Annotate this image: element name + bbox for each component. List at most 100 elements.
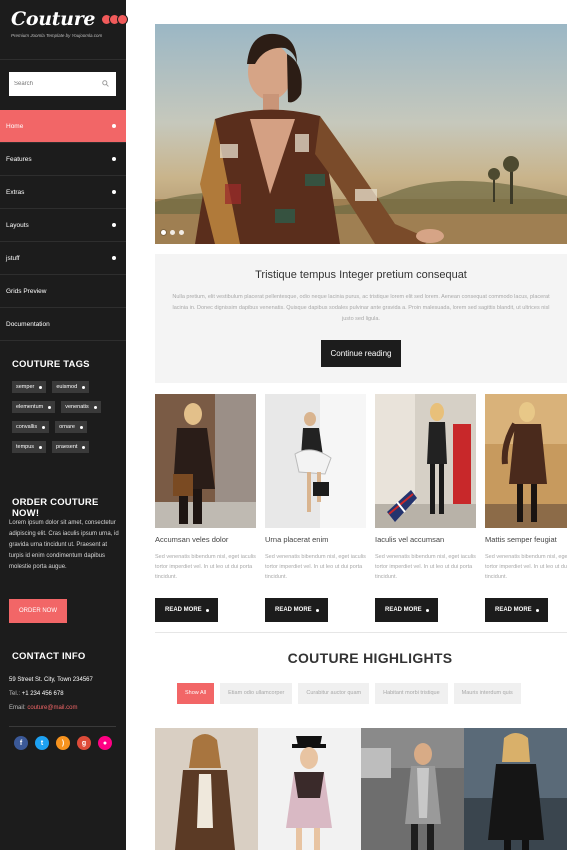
flickr-icon[interactable]: ● <box>98 736 112 750</box>
twitter-icon[interactable]: t <box>35 736 49 750</box>
feature-box: Tristique tempus Integer pretium consequ… <box>155 254 567 383</box>
continue-reading-button[interactable]: Continue reading <box>320 340 402 367</box>
gallery-image[interactable] <box>464 728 567 850</box>
nav-item-documentation[interactable]: Documentation <box>0 308 126 341</box>
highlights-gallery <box>155 728 567 850</box>
article-title[interactable]: Mattis semper feugiat <box>485 535 567 544</box>
bullet-icon <box>112 124 116 128</box>
tag-item[interactable]: tempus <box>12 441 47 453</box>
highlights-title: COUTURE HIGHLIGHTS <box>287 650 453 666</box>
tag-item[interactable]: elementum <box>12 401 56 413</box>
contact-address: 59 Street St. City, Town 234567 <box>9 677 93 683</box>
google-plus-icon[interactable]: g <box>77 736 91 750</box>
article-card: Urna placerat enim Sed venenatis bibendu… <box>265 394 366 622</box>
bullet-icon <box>536 608 539 612</box>
article-image[interactable] <box>375 394 476 528</box>
nav-item-label: Grids Preview <box>6 287 47 295</box>
tag-item[interactable]: ornare <box>55 421 87 433</box>
article-cards: Accumsan veles dolor Sed venenatis biben… <box>155 394 567 624</box>
bullet-icon <box>112 223 116 227</box>
nav-item-label: Extras <box>6 188 25 196</box>
logo-dots-icon <box>101 13 129 25</box>
article-card: Mattis semper feugiat Sed venenatis bibe… <box>485 394 567 622</box>
article-excerpt: Sed venenatis bibendum nisl, eget iaculi… <box>265 554 366 580</box>
nav-item-label: jstuff <box>6 254 20 262</box>
article-image[interactable] <box>265 394 366 528</box>
sidebar: Couture Premium Joomla Template by Youjo… <box>0 0 129 850</box>
article-image[interactable] <box>155 394 256 528</box>
read-more-button[interactable]: READ MORE <box>375 598 438 622</box>
order-now-button[interactable]: ORDER NOW <box>9 599 67 623</box>
nav-item-layouts[interactable]: Layouts <box>0 209 126 242</box>
tag-item[interactable]: semper <box>12 381 47 393</box>
main-nav: Home Features Extras Layouts jstuff Grid… <box>0 110 126 341</box>
nav-item-features[interactable]: Features <box>0 143 126 176</box>
bullet-icon <box>42 425 46 429</box>
email-label: Email: <box>9 705 26 711</box>
site-tagline: Premium Joomla Template by Youjoomla.com <box>11 33 103 38</box>
nav-item-grids-preview[interactable]: Grids Preview <box>0 275 126 308</box>
nav-item-jstuff[interactable]: jstuff <box>0 242 126 275</box>
read-more-button[interactable]: READ MORE <box>155 598 218 622</box>
tag-item[interactable]: euismod <box>52 381 90 393</box>
gallery-image[interactable] <box>361 728 464 850</box>
filter-show-all[interactable]: Show All <box>177 683 215 704</box>
contact-title: CONTACT INFO <box>12 651 86 662</box>
nav-item-extras[interactable]: Extras <box>0 176 126 209</box>
rss-icon[interactable]: ) <box>56 736 70 750</box>
site-logo[interactable]: Couture <box>11 8 96 30</box>
divider <box>9 726 116 727</box>
hero-photo <box>155 33 567 244</box>
bullet-icon <box>112 190 116 194</box>
article-title[interactable]: Accumsan veles dolor <box>155 535 256 544</box>
search-box <box>9 72 116 96</box>
article-card: Accumsan veles dolor Sed venenatis biben… <box>155 394 256 622</box>
article-card: Iaculis vel accumsan Sed venenatis biben… <box>375 394 476 622</box>
tag-item[interactable]: venenatis <box>61 401 101 413</box>
portfolio-filters: Show All Etiam odio ullamcorper Curabitu… <box>177 683 527 704</box>
bullet-icon <box>112 157 116 161</box>
tag-item[interactable]: convallis <box>12 421 50 433</box>
bullet-icon <box>80 425 83 429</box>
article-title[interactable]: Urna placerat enim <box>265 535 366 544</box>
bullet-icon <box>426 608 429 612</box>
article-image[interactable] <box>485 394 567 528</box>
filter-habitant-morbi[interactable]: Habitant morbi tristique <box>375 683 448 704</box>
nav-item-label: Features <box>6 155 32 163</box>
contact-tel: +1 234 456 678 <box>21 691 64 697</box>
hero-slider-image[interactable] <box>155 24 567 244</box>
tel-label: Tel.: <box>9 691 21 697</box>
article-excerpt: Sed venenatis bibendum nisl, eget iaculi… <box>155 554 256 580</box>
feature-text: Nulla pretium, elit vestibulum placerat … <box>172 294 550 322</box>
bullet-icon <box>316 608 319 612</box>
filter-curabitur-auctor[interactable]: Curabitur auctor quam <box>298 683 370 704</box>
nav-item-home[interactable]: Home <box>0 110 126 143</box>
tag-cloud: semper euismod elementum venenatis conva… <box>12 381 120 461</box>
gallery-image[interactable] <box>155 728 258 850</box>
article-title[interactable]: Iaculis vel accumsan <box>375 535 476 544</box>
nav-item-label: Home <box>6 122 24 130</box>
bullet-icon <box>82 445 86 449</box>
gallery-image[interactable] <box>258 728 361 850</box>
filter-etiam-odio[interactable]: Etiam odio ullamcorper <box>220 683 293 704</box>
nav-item-label: Layouts <box>6 221 29 229</box>
slider-dot[interactable] <box>161 230 166 235</box>
contact-email[interactable]: couture@mail.com <box>27 705 77 711</box>
read-more-button[interactable]: READ MORE <box>485 598 548 622</box>
bullet-icon <box>206 608 209 612</box>
order-title: ORDER COUTURE NOW! <box>12 497 99 519</box>
article-excerpt: Sed venenatis bibendum nisl, eget iaculi… <box>375 554 476 580</box>
read-more-button[interactable]: READ MORE <box>265 598 328 622</box>
slider-dot[interactable] <box>170 230 175 235</box>
bullet-icon <box>39 385 43 389</box>
tag-item[interactable]: praesent <box>52 441 90 453</box>
slider-dot[interactable] <box>179 230 184 235</box>
facebook-icon[interactable]: f <box>14 736 28 750</box>
bullet-icon <box>39 445 43 449</box>
social-links: f t ) g ● <box>14 736 119 750</box>
search-input[interactable] <box>9 72 116 96</box>
filter-mauris-interdum[interactable]: Mauris interdum quis <box>453 683 521 704</box>
contact-info: 59 Street St. City, Town 234567 Tel.: +1… <box>9 673 93 715</box>
nav-item-label: Documentation <box>6 320 50 328</box>
search-icon[interactable] <box>102 80 109 87</box>
